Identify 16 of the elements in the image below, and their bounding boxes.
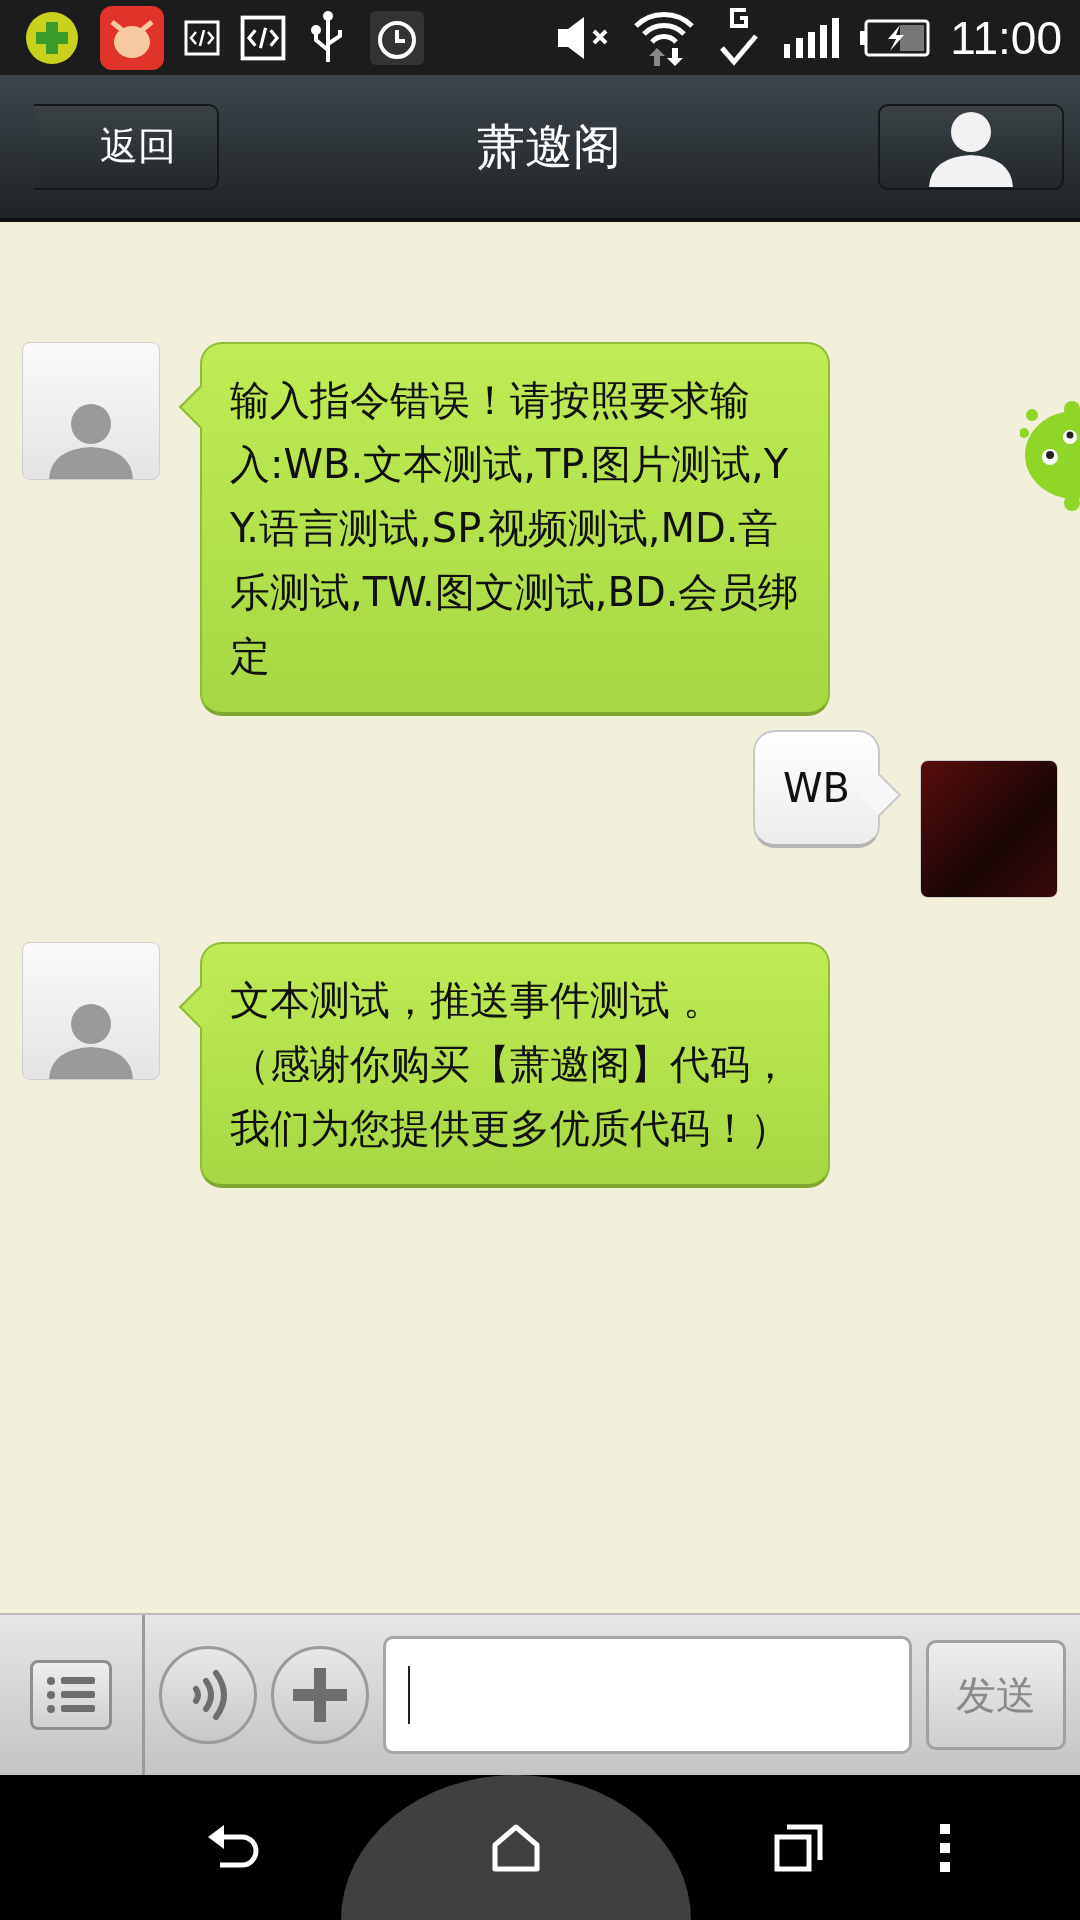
message-text: WB <box>783 764 850 813</box>
app-icon <box>100 5 164 70</box>
home-icon <box>491 1822 542 1873</box>
clock-time: 11:00 <box>950 10 1062 65</box>
signal-icon <box>782 15 841 60</box>
message-text: 文本测试，推送事件测试 。（感谢你购买【萧邀阁】代码，我们为您提供更多优质代码！） <box>230 976 791 1153</box>
code-icon <box>240 14 286 61</box>
message-text: 输入指令错误！请按照要求输入:WB.文本测试,TP.图片测试,YY.语言测试,SP.视频测试,MD.音乐测试,TW.图文测试,BD.会员绑定 <box>230 376 800 681</box>
chat-title: 萧邀阁 <box>476 116 621 176</box>
app-icon <box>24 9 80 66</box>
code-icon <box>184 19 220 56</box>
alarm-clock-icon <box>370 10 424 65</box>
battery-icon <box>860 18 931 57</box>
message-input[interactable] <box>383 1636 912 1754</box>
menu-toggle-button[interactable] <box>30 1660 112 1730</box>
profile-button[interactable] <box>878 103 1064 190</box>
